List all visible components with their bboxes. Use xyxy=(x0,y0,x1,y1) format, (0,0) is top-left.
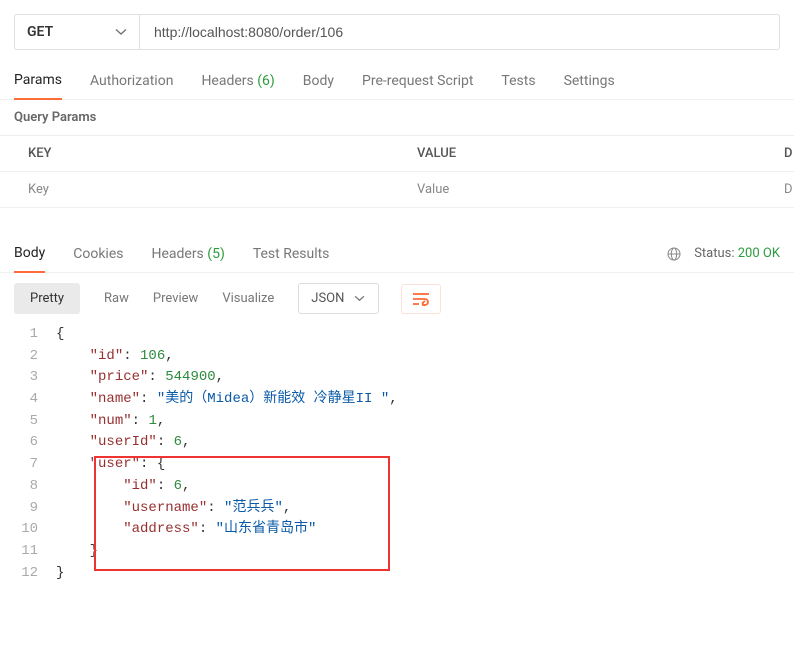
method-label: GET xyxy=(27,24,53,40)
rtab-body[interactable]: Body xyxy=(14,235,45,273)
rtab-headers-count: (5) xyxy=(207,246,225,262)
view-visualize[interactable]: Visualize xyxy=(222,283,274,314)
tab-tests[interactable]: Tests xyxy=(501,63,535,99)
response-tabs: Body Cookies Headers (5) Test Results St… xyxy=(0,235,794,273)
view-preview[interactable]: Preview xyxy=(153,283,198,314)
status-value: 200 OK xyxy=(738,246,780,261)
chevron-down-icon xyxy=(354,295,366,302)
tab-body[interactable]: Body xyxy=(303,63,334,99)
request-bar: GET xyxy=(0,0,794,62)
query-params-table: KEY VALUE D Key Value D xyxy=(0,135,794,207)
tab-headers-count: (6) xyxy=(257,73,275,89)
method-select[interactable]: GET xyxy=(14,14,139,50)
key-header: KEY xyxy=(0,135,389,171)
view-pretty[interactable]: Pretty xyxy=(14,283,80,314)
desc-header: D xyxy=(778,135,794,171)
globe-icon[interactable] xyxy=(666,246,682,262)
format-select[interactable]: JSON xyxy=(298,283,379,314)
tab-authorization[interactable]: Authorization xyxy=(90,63,173,99)
desc-input[interactable]: D xyxy=(778,171,794,207)
key-input[interactable]: Key xyxy=(0,171,389,207)
value-header: VALUE xyxy=(389,135,778,171)
chevron-down-icon xyxy=(115,28,127,36)
tab-settings[interactable]: Settings xyxy=(564,63,615,99)
rtab-headers[interactable]: Headers (5) xyxy=(151,236,224,272)
rtab-headers-label: Headers xyxy=(151,246,203,262)
wrap-lines-button[interactable] xyxy=(401,284,441,314)
tab-headers[interactable]: Headers (6) xyxy=(201,63,274,99)
view-raw[interactable]: Raw xyxy=(104,283,129,314)
tab-params[interactable]: Params xyxy=(14,62,62,100)
format-label: JSON xyxy=(311,291,344,306)
response-body: 1{ 2 "id": 106, 3 "price": 544900, 4 "na… xyxy=(0,324,794,584)
query-params-label: Query Params xyxy=(0,100,794,135)
tab-prerequest[interactable]: Pre-request Script xyxy=(362,63,473,99)
request-tabs: Params Authorization Headers (6) Body Pr… xyxy=(0,62,794,100)
wrap-icon xyxy=(412,291,430,307)
rtab-test-results[interactable]: Test Results xyxy=(253,236,330,272)
value-input[interactable]: Value xyxy=(389,171,778,207)
rtab-cookies[interactable]: Cookies xyxy=(73,236,123,272)
tab-headers-label: Headers xyxy=(201,73,253,89)
status-label: Status: xyxy=(694,246,734,261)
url-input[interactable] xyxy=(139,14,780,50)
view-bar: Pretty Raw Preview Visualize JSON xyxy=(0,273,794,324)
